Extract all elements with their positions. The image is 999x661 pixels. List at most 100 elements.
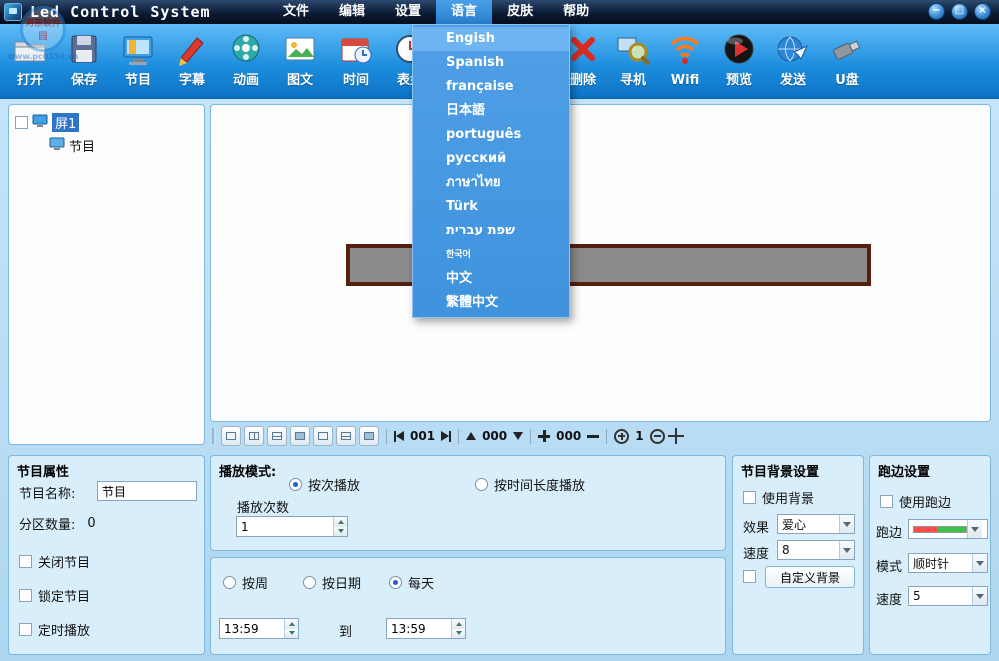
language-item-japanese[interactable]: 日本語 — [413, 99, 569, 123]
maximize-button[interactable]: □ — [951, 3, 968, 20]
close-program-label: 关闭节目 — [38, 552, 90, 571]
app-icon — [4, 3, 22, 21]
border-mode-select[interactable]: 顺时针 — [908, 553, 988, 573]
by-duration-label: 按时间长度播放 — [494, 475, 585, 494]
program-properties-title: 节目属性 — [17, 461, 69, 480]
spin-up-icon[interactable] — [334, 517, 347, 527]
border-settings-title: 跑边设置 — [878, 461, 930, 480]
close-button[interactable]: × — [974, 3, 991, 20]
spin-down-icon[interactable] — [452, 629, 465, 639]
border-style-label: 跑边 — [876, 522, 902, 541]
close-program-checkbox[interactable] — [19, 555, 32, 568]
spin-up-icon[interactable] — [285, 619, 298, 629]
program-node-label[interactable]: 节目 — [69, 136, 95, 155]
use-border-row: 使用跑边 — [880, 492, 951, 511]
language-item-portuguese[interactable]: português — [413, 123, 569, 147]
zoom-out-icon[interactable] — [650, 429, 665, 444]
chevron-down-icon[interactable] — [972, 587, 987, 605]
wifi-button[interactable]: Wifi — [658, 26, 712, 98]
last-page-button[interactable] — [441, 431, 451, 442]
by-duration-radio[interactable] — [475, 478, 488, 491]
language-item-turkish[interactable]: Türk — [413, 195, 569, 219]
language-item-spanish[interactable]: Spanish — [413, 51, 569, 75]
border-style-select[interactable] — [908, 519, 988, 539]
end-time-input[interactable] — [387, 619, 451, 638]
use-border-checkbox[interactable] — [880, 495, 893, 508]
by-times-radio[interactable] — [289, 478, 302, 491]
language-item-french[interactable]: française — [413, 75, 569, 99]
bg-speed-label: 速度 — [743, 543, 769, 562]
chevron-down-icon[interactable] — [839, 515, 854, 533]
save-button[interactable]: 保存 — [57, 26, 111, 98]
find-device-icon — [613, 26, 653, 72]
subtitle-button[interactable]: 字幕 — [165, 26, 219, 98]
row-up-button[interactable] — [466, 432, 476, 440]
spin-down-icon[interactable] — [285, 629, 298, 639]
language-item-thai[interactable]: ภาษาไทย — [413, 171, 569, 195]
language-item-traditional-chinese[interactable]: 繁體中文 — [413, 291, 569, 315]
time-icon — [336, 26, 376, 72]
first-page-button[interactable] — [394, 431, 404, 442]
menu-help[interactable]: 帮助 — [548, 0, 604, 24]
strip-separator — [530, 429, 531, 444]
find-device-button[interactable]: 寻机 — [606, 26, 660, 98]
weekly-radio[interactable] — [223, 576, 236, 589]
use-background-checkbox[interactable] — [743, 491, 756, 504]
layout-top-button[interactable] — [336, 426, 356, 446]
screen-checkbox[interactable] — [15, 116, 28, 129]
effect-select[interactable]: 爱心 — [777, 514, 855, 534]
chevron-down-icon[interactable] — [972, 554, 987, 572]
graphic-text-button[interactable]: 图文 — [273, 26, 327, 98]
border-speed-value: 5 — [909, 589, 972, 603]
language-item-korean[interactable]: 한국어 — [413, 243, 569, 267]
menu-skin[interactable]: 皮肤 — [492, 0, 548, 24]
program-node-icon — [49, 137, 65, 155]
language-item-hebrew[interactable]: שפת עברית — [413, 219, 569, 243]
time-button[interactable]: 时间 — [329, 26, 383, 98]
program-name-input[interactable] — [97, 481, 197, 501]
animation-button[interactable]: 动画 — [219, 26, 273, 98]
layout-right-button[interactable] — [313, 426, 333, 446]
row-down-button[interactable] — [513, 432, 523, 440]
start-time-input[interactable] — [220, 619, 284, 638]
screen-label[interactable]: 屏1 — [52, 113, 79, 132]
language-item-chinese[interactable]: 中文 — [413, 267, 569, 291]
tree-item-screen[interactable]: 屏1 — [15, 111, 198, 134]
spin-up-icon[interactable] — [452, 619, 465, 629]
custom-background-button[interactable]: 自定义背景 — [765, 566, 855, 588]
by-date-radio[interactable] — [303, 576, 316, 589]
layout-single-button[interactable] — [221, 426, 241, 446]
menu-file[interactable]: 文件 — [268, 0, 324, 24]
bg-speed-select[interactable]: 8 — [777, 540, 855, 560]
custom-background-checkbox[interactable] — [743, 570, 756, 583]
layout-hsplit-button[interactable] — [267, 426, 287, 446]
border-speed-select[interactable]: 5 — [908, 586, 988, 606]
menu-language[interactable]: 语言 — [436, 0, 492, 24]
chevron-down-icon[interactable] — [839, 541, 854, 559]
open-button[interactable]: 打开 — [3, 26, 57, 98]
lock-program-checkbox[interactable] — [19, 589, 32, 602]
add-button[interactable] — [538, 430, 550, 442]
spin-down-icon[interactable] — [334, 527, 347, 537]
preview-button[interactable]: 预览 — [712, 26, 766, 98]
menu-settings[interactable]: 设置 — [380, 0, 436, 24]
timed-play-checkbox[interactable] — [19, 623, 32, 636]
play-count-input[interactable] — [237, 517, 333, 536]
layout-vsplit-button[interactable] — [244, 426, 264, 446]
pan-icon[interactable] — [668, 428, 684, 444]
tree-item-program[interactable]: 节目 — [49, 134, 198, 157]
language-item-english[interactable]: Engish — [413, 27, 569, 51]
chevron-down-icon[interactable] — [967, 520, 982, 538]
menu-edit[interactable]: 编辑 — [324, 0, 380, 24]
program-button[interactable]: 节目 — [111, 26, 165, 98]
send-button[interactable]: 发送 — [766, 26, 820, 98]
remove-button[interactable] — [587, 435, 599, 438]
daily-radio[interactable] — [389, 576, 402, 589]
by-date-option: 按日期 — [303, 573, 361, 592]
zoom-in-icon[interactable] — [614, 429, 629, 444]
layout-bottom-button[interactable] — [359, 426, 379, 446]
language-item-russian[interactable]: русский — [413, 147, 569, 171]
usb-button[interactable]: U盘 — [820, 26, 874, 98]
minimize-button[interactable]: − — [928, 3, 945, 20]
layout-left-button[interactable] — [290, 426, 310, 446]
